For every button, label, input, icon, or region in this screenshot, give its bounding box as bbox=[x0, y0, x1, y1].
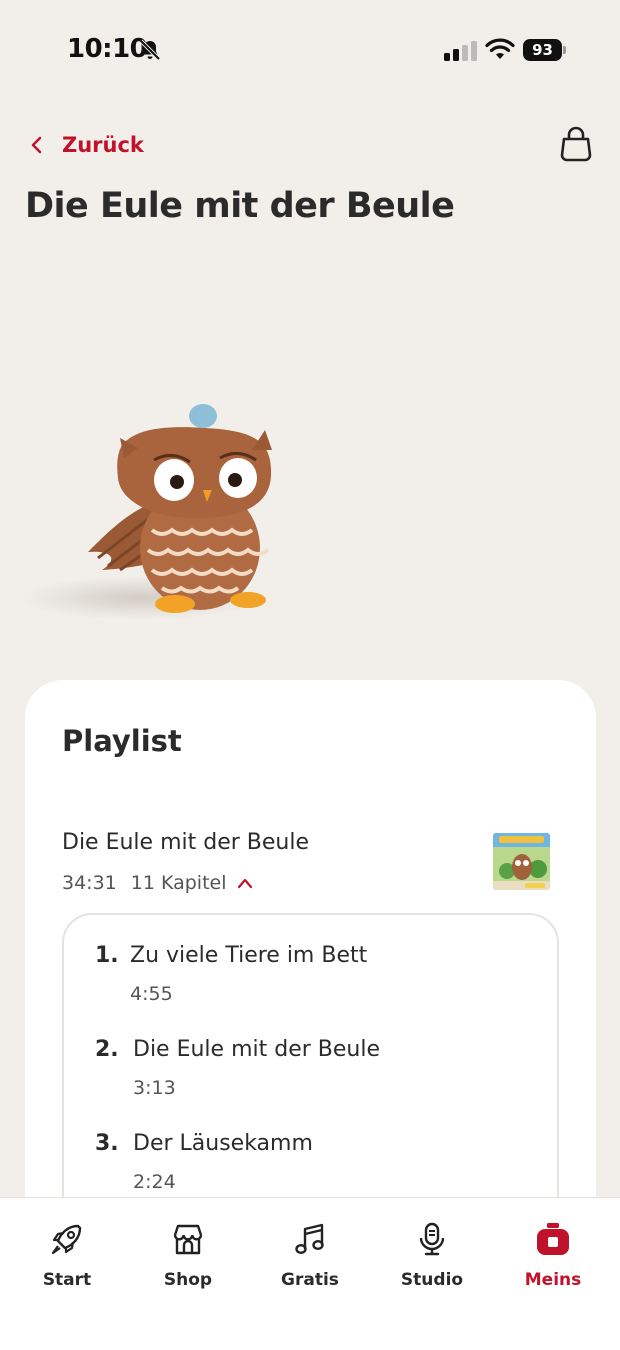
chapter-count: 11 Kapitel bbox=[130, 872, 227, 894]
battery-cap bbox=[563, 46, 566, 54]
album-meta: 34:31 11 Kapitel bbox=[62, 872, 253, 894]
chapter-duration: 2:24 bbox=[133, 1171, 176, 1193]
rocket-icon bbox=[51, 1224, 82, 1255]
back-button[interactable]: Zurück bbox=[26, 128, 144, 162]
tab-start[interactable]: Start bbox=[7, 1220, 127, 1300]
tab-bar: Start Shop Gratis Studio Meins bbox=[0, 1197, 620, 1350]
album-title: Die Eule mit der Beule bbox=[62, 830, 309, 855]
music-note-icon bbox=[295, 1223, 324, 1255]
tab-meins[interactable]: Meins bbox=[493, 1220, 613, 1300]
chevron-up-icon bbox=[237, 878, 252, 889]
tab-gratis[interactable]: Gratis bbox=[250, 1220, 370, 1300]
chapters-toggle[interactable]: 11 Kapitel bbox=[131, 872, 253, 894]
screen: 10:10 93 Zurück Die Eule mit der Beule P… bbox=[0, 0, 620, 1350]
status-bar: 10:10 93 bbox=[0, 0, 620, 100]
wifi-icon bbox=[485, 38, 515, 59]
battery-indicator: 93 bbox=[523, 38, 567, 62]
chapter-duration: 4:55 bbox=[130, 983, 173, 1005]
tab-label: Gratis bbox=[281, 1270, 339, 1290]
album-cover-image bbox=[493, 833, 550, 890]
playlist-heading: Playlist bbox=[62, 724, 182, 758]
tab-label: Meins bbox=[524, 1270, 582, 1290]
store-icon bbox=[173, 1224, 203, 1255]
chapter-title: Der Läusekamm bbox=[133, 1131, 313, 1156]
bell-muted-icon bbox=[139, 39, 161, 61]
chapter-number: 2. bbox=[95, 1037, 119, 1062]
battery-level: 93 bbox=[523, 39, 562, 61]
chevron-left-icon bbox=[31, 136, 42, 154]
chapter-duration: 3:13 bbox=[133, 1077, 176, 1099]
chapter-title: Die Eule mit der Beule bbox=[133, 1037, 380, 1062]
microphone-icon bbox=[419, 1222, 445, 1256]
chapter-title: Zu viele Tiere im Bett bbox=[130, 943, 368, 968]
toniebox-icon bbox=[537, 1223, 569, 1255]
tab-studio[interactable]: Studio bbox=[372, 1220, 492, 1300]
chapter-number: 3. bbox=[95, 1131, 119, 1156]
tab-label: Studio bbox=[400, 1270, 464, 1290]
status-time: 10:10 bbox=[67, 34, 148, 64]
tab-label: Shop bbox=[163, 1270, 213, 1290]
shopping-bag-icon[interactable] bbox=[556, 124, 596, 164]
owl-figurine-image bbox=[20, 404, 272, 620]
chapter-number: 1. bbox=[95, 943, 119, 968]
tab-label: Start bbox=[42, 1270, 92, 1290]
page-title: Die Eule mit der Beule bbox=[25, 186, 455, 226]
album-duration: 34:31 bbox=[62, 872, 117, 894]
cellular-signal-icon bbox=[444, 41, 477, 61]
tab-shop[interactable]: Shop bbox=[128, 1220, 248, 1300]
back-label: Zurück bbox=[62, 133, 144, 157]
